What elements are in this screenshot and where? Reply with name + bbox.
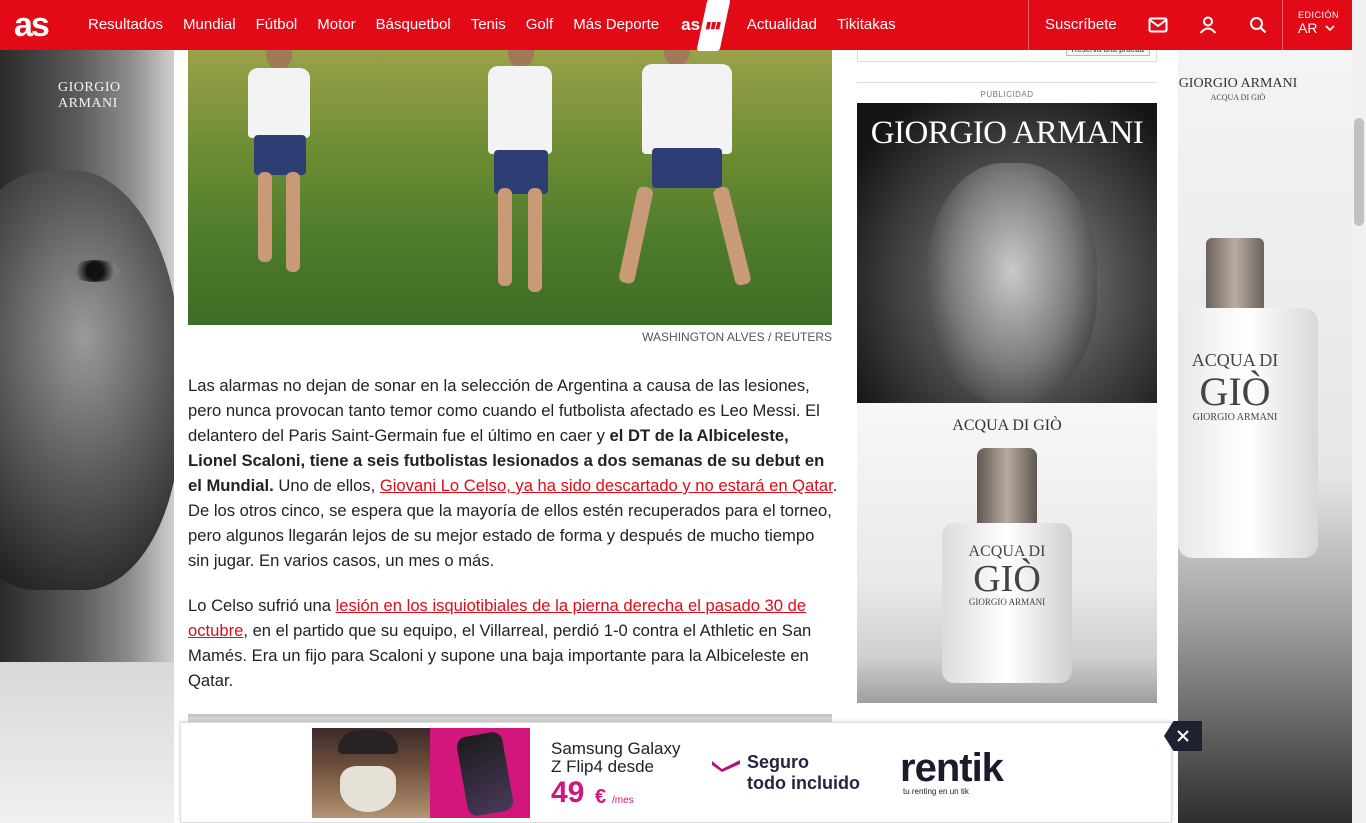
- right-skin-ad[interactable]: GIORGIO ARMANI ACQUA DI GIÒ ACQUA DI GIÒ…: [1178, 50, 1352, 823]
- nav-item-resultados[interactable]: Resultados: [78, 0, 173, 50]
- bottle-image: [1178, 308, 1318, 558]
- banner-price: 49: [551, 776, 585, 809]
- scrollbar-thumb[interactable]: [1354, 118, 1364, 226]
- paragraph-text: Lo Celso sufrió una: [188, 596, 336, 615]
- right-skin-sub: ACQUA DI GIÒ: [1210, 93, 1266, 102]
- checkmark-icon: [712, 760, 740, 772]
- skin-lower-image: [0, 662, 174, 823]
- search-icon[interactable]: [1233, 0, 1283, 50]
- edition-code: AR: [1298, 20, 1318, 36]
- article-paragraph: Lo Celso sufrió una lesión en los isquio…: [188, 593, 838, 693]
- chevron-down-icon: [1325, 24, 1336, 31]
- as-plus-badge-icon: ▮▮▮: [696, 0, 731, 51]
- bottle-cap-image: [1206, 238, 1264, 310]
- banner-currency: €: [595, 786, 607, 808]
- nav-item-tenis[interactable]: Tenis: [461, 0, 516, 50]
- subscribe-link[interactable]: Suscríbete: [1029, 0, 1133, 50]
- site-header: as Resultados Mundial Fútbol Motor Básqu…: [0, 0, 1352, 51]
- as-logo[interactable]: as: [0, 0, 78, 50]
- banner-product-line2: Z Flip4 desde: [551, 757, 654, 776]
- article-paragraph: Las alarmas no dejan de sonar en la sele…: [188, 373, 838, 573]
- banner-per-month: /mes: [612, 795, 634, 806]
- user-icon[interactable]: [1183, 0, 1233, 50]
- sidebar-ad-portrait[interactable]: GIORGIO ARMANI: [857, 103, 1157, 403]
- ad-bottle-line3: GIORGIO ARMANI: [968, 597, 1046, 607]
- model-face-image: [0, 170, 174, 590]
- sidebar-ad-product[interactable]: ACQUA DI GIÒ ACQUA DI GIÒ GIORGIO ARMANI: [857, 403, 1157, 703]
- nav-item-mas-deporte[interactable]: Más Deporte: [563, 0, 669, 50]
- rentik-logo: rentik: [900, 746, 1004, 790]
- model-face-image: [927, 163, 1097, 403]
- nav-item-basquetbol[interactable]: Básquetbol: [366, 0, 461, 50]
- page-scrollbar[interactable]: [1352, 0, 1366, 823]
- article-body: WASHINGTON ALVES / REUTERS Las alarmas n…: [174, 50, 844, 823]
- page: GIORGIO ARMANI GIORGIO ARMANI ACQUA DI G…: [0, 0, 1366, 823]
- nav-item-mundial[interactable]: Mundial: [173, 0, 246, 50]
- ad-brand: GIORGIO ARMANI: [870, 115, 1144, 151]
- right-bottle-line3: GIORGIO ARMANI: [1192, 412, 1278, 423]
- model-eye-image: [70, 260, 120, 282]
- edition-value: AR: [1298, 20, 1352, 36]
- rentik-tagline: tu renting en un tik: [903, 787, 969, 796]
- ad-bottle-line2: GIÒ: [973, 558, 1041, 600]
- left-skin-brand: GIORGIO ARMANI: [58, 80, 121, 111]
- banner-insurance-line2: todo incluido: [747, 773, 860, 793]
- rentik-banner[interactable]: Samsung Galaxy Z Flip4 desde 49 € /mes S…: [312, 728, 1022, 818]
- close-ad-button[interactable]: [1164, 721, 1202, 751]
- photo-credit: WASHINGTON ALVES / REUTERS: [642, 330, 832, 344]
- edition-selector[interactable]: EDICIÓN AR: [1282, 0, 1352, 50]
- close-icon: [1177, 730, 1189, 742]
- right-bottle-line2: GIÒ: [1199, 369, 1271, 414]
- right-skin-brand: GIORGIO ARMANI: [1178, 76, 1298, 91]
- mail-icon[interactable]: [1133, 0, 1183, 50]
- nav-item-as-plus[interactable]: as ▮▮▮: [669, 0, 737, 51]
- main-nav: Resultados Mundial Fútbol Motor Básquetb…: [78, 0, 906, 51]
- nav-item-futbol[interactable]: Fútbol: [246, 0, 308, 50]
- nav-item-actualidad[interactable]: Actualidad: [737, 0, 827, 50]
- left-skin-ad[interactable]: GIORGIO ARMANI: [0, 50, 174, 823]
- edition-label: EDICIÓN: [1298, 10, 1340, 20]
- banner-insurance-line1: Seguro: [747, 752, 810, 772]
- article-photo: [188, 50, 832, 325]
- ad-product-title: ACQUA DI GIÒ: [952, 417, 1062, 434]
- scholar-image: [312, 728, 430, 818]
- advertising-label: PUBLICIDAD: [980, 90, 1034, 99]
- lo-celso-link[interactable]: Giovani Lo Celso, ya ha sido descartado …: [380, 476, 833, 495]
- header-actions: Suscríbete: [1028, 0, 1283, 50]
- paragraph-text: , en el partido que su equipo, el Villar…: [188, 621, 812, 690]
- banner-product-line1: Samsung Galaxy: [551, 739, 681, 758]
- bottle-cap-image: [977, 448, 1037, 528]
- divider: [857, 82, 1157, 83]
- nav-item-motor[interactable]: Motor: [307, 0, 365, 50]
- paragraph-text: Uno de ellos,: [273, 476, 380, 495]
- nav-item-golf[interactable]: Golf: [516, 0, 564, 50]
- nav-item-tikitakas[interactable]: Tikitakas: [827, 0, 906, 50]
